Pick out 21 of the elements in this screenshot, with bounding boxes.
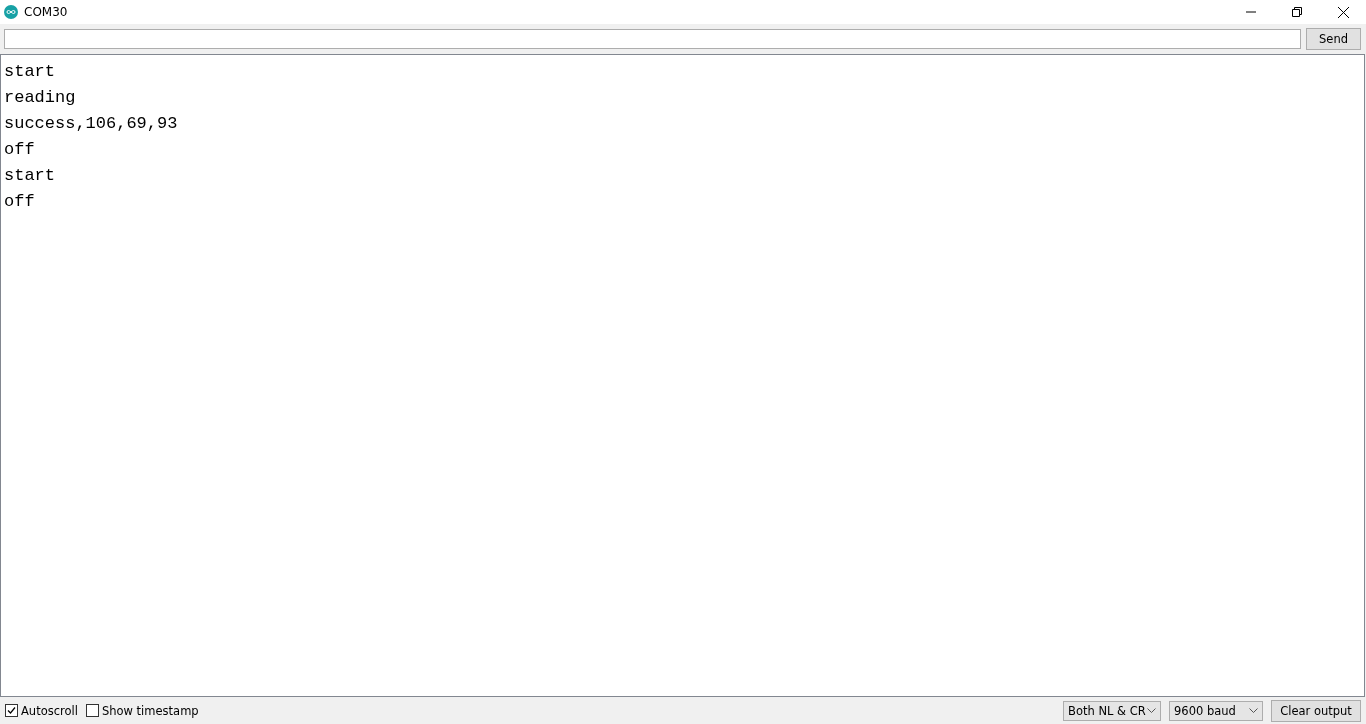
- chevron-down-icon: [1249, 708, 1258, 713]
- output-line: start: [4, 165, 56, 187]
- send-button[interactable]: Send: [1306, 28, 1361, 50]
- checkbox[interactable]: [5, 704, 18, 717]
- output-line: off: [4, 191, 36, 213]
- restore-icon: [1292, 7, 1302, 17]
- chevron-down-icon: [1147, 708, 1156, 713]
- window-title: COM30: [24, 5, 69, 19]
- checkbox-label: Show timestamp: [101, 703, 199, 718]
- output-line: off: [4, 139, 36, 161]
- message-input-field[interactable]: [4, 29, 1302, 49]
- baud-rate-dropdown[interactable]: 9600 baud: [1169, 700, 1263, 721]
- checkbox[interactable]: [85, 704, 99, 717]
- app-logo-icon: [4, 5, 18, 19]
- checkbox-label: Autoscroll: [21, 703, 78, 718]
- clear-output-button[interactable]: Clear output: [1271, 699, 1361, 722]
- output-line: success,106,69,93: [4, 113, 179, 135]
- output-line: start: [4, 61, 56, 83]
- line-ending-dropdown[interactable]: Both NL & CR: [1063, 700, 1161, 721]
- output-line: reading: [4, 87, 77, 109]
- close-icon: [1337, 6, 1349, 18]
